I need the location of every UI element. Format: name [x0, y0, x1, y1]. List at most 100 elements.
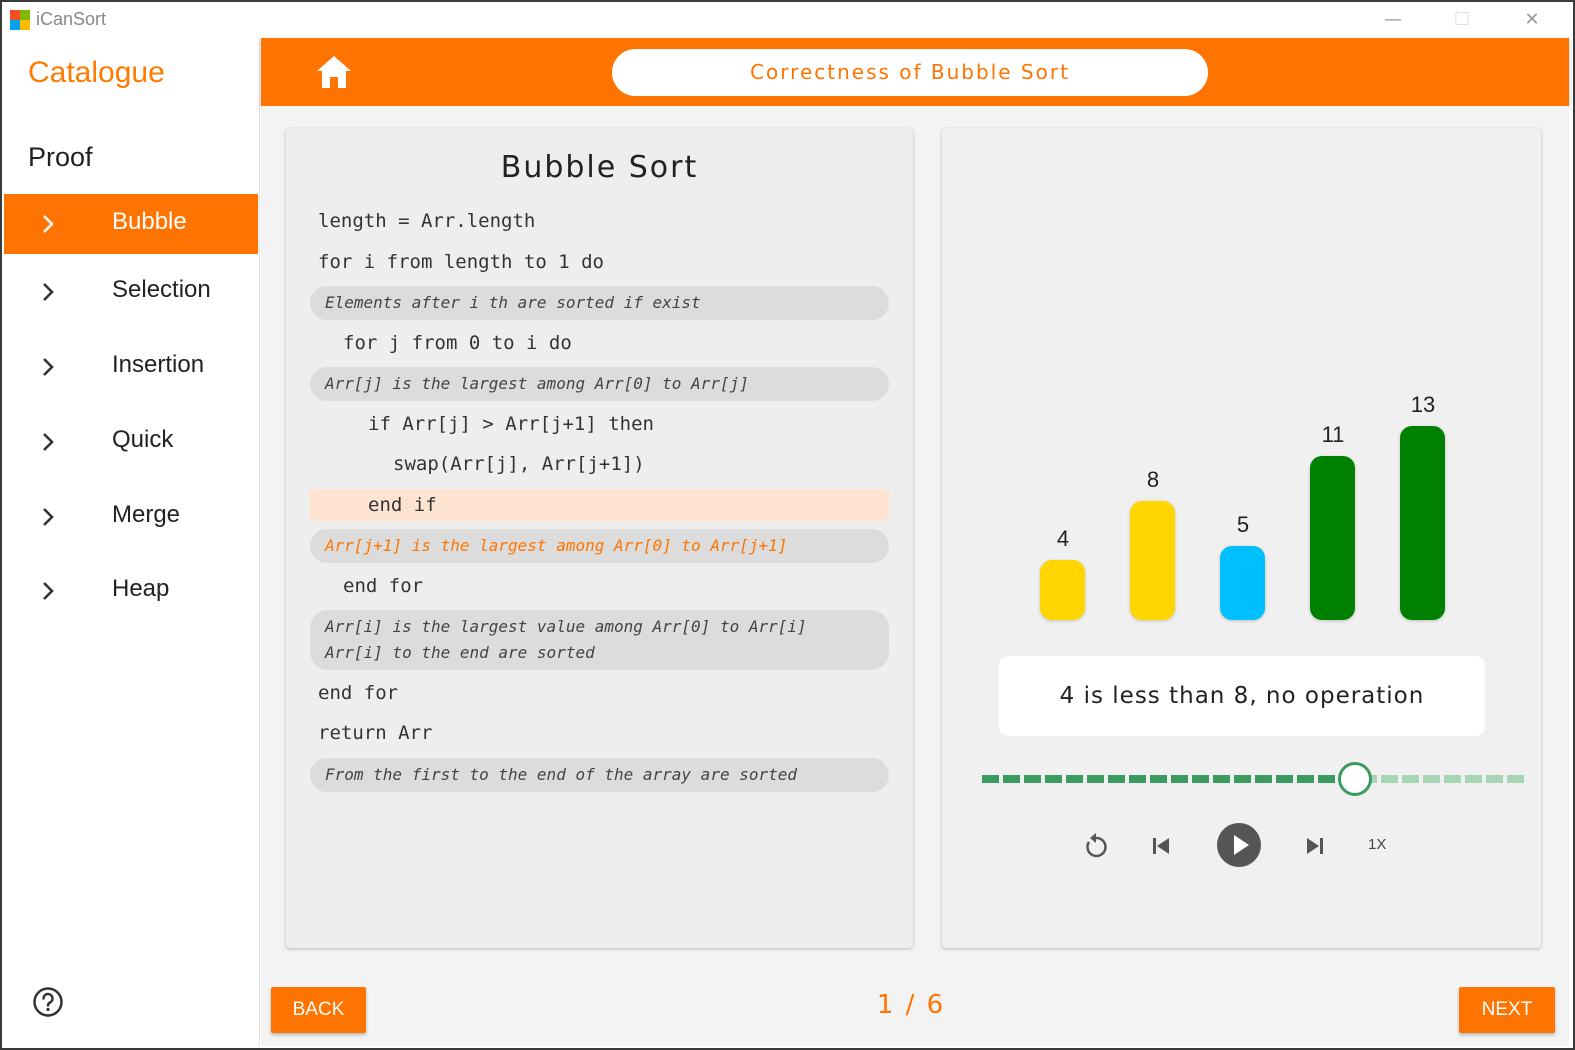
sidebar: Catalogue Proof Bubble Selection Insertion… — [4, 38, 260, 1046]
chevron-right-icon — [43, 508, 54, 526]
code-line: swap(Arr[j], Arr[j+1]) — [286, 447, 913, 481]
slider-segment — [1297, 775, 1314, 783]
close-button[interactable]: ✕ — [1509, 6, 1555, 34]
section-title: Proof — [28, 142, 93, 172]
next-button[interactable]: NEXT — [1459, 987, 1555, 1033]
footer-bar: BACK 1 / 6 NEXT — [261, 972, 1569, 1046]
code-line: if Arr[j] > Arr[j+1] then — [286, 407, 913, 441]
minimize-button[interactable]: — — [1370, 6, 1416, 34]
home-icon[interactable] — [315, 54, 353, 90]
code-line: for i from length to 1 do — [286, 245, 913, 279]
code-line: for j from 0 to i do — [286, 326, 913, 360]
slider-segment — [1318, 775, 1335, 783]
slider-segment — [982, 775, 999, 783]
slider-segment — [1003, 775, 1020, 783]
step-message: 4 is less than 8, no operation — [999, 656, 1485, 736]
page-title: Correctness of Bubble Sort — [612, 49, 1208, 96]
slider-thumb[interactable] — [1337, 762, 1372, 796]
sidebar-item-quick[interactable]: Quick — [4, 412, 258, 472]
sidebar-item-label: Merge — [112, 501, 181, 528]
speed-button[interactable]: 1X — [1368, 836, 1386, 853]
progress-slider[interactable] — [982, 762, 1524, 796]
slider-segment — [1045, 775, 1062, 783]
slider-segment — [1150, 775, 1167, 783]
bar — [1040, 560, 1085, 620]
code-comment: Arr[j] is the largest among Arr[0] to Ar… — [310, 367, 889, 401]
code-line-text: return Arr — [318, 722, 433, 744]
code-comment: Elements after i th are sorted if exist — [310, 286, 889, 320]
code-line: end for — [286, 676, 913, 710]
slider-segment — [1381, 775, 1398, 783]
bar-value-label: 4 — [1056, 526, 1070, 552]
slider-segment — [1486, 775, 1503, 783]
code-comment: From the first to the end of the array a… — [310, 758, 889, 792]
code-line: return Arr — [286, 716, 913, 750]
bar-value-label: 5 — [1236, 511, 1250, 537]
sidebar-item-merge[interactable]: Merge — [4, 487, 258, 547]
pseudocode-panel: Bubble Sort length = Arr.length for i fro… — [286, 128, 913, 948]
replay-icon[interactable] — [1082, 831, 1110, 861]
code-line-text: if Arr[j] > Arr[j+1] then — [368, 413, 654, 435]
bar — [1220, 545, 1265, 620]
bar — [1130, 500, 1175, 620]
sidebar-item-selection[interactable]: Selection — [4, 262, 258, 322]
sidebar-item-insertion[interactable]: Insertion — [4, 337, 258, 397]
title-bar: iCanSort — ☐ ✕ — [2, 2, 1573, 38]
visualization-panel: 4 8 5 11 13 4 is less than 8, no operation 1… — [942, 128, 1541, 948]
play-button[interactable] — [1216, 822, 1262, 868]
bar — [1310, 456, 1355, 620]
sidebar-item-label: Selection — [112, 276, 211, 303]
slider-segment — [1234, 775, 1251, 783]
slider-segment — [1108, 775, 1125, 783]
slider-segment — [1276, 775, 1293, 783]
app-window: iCanSort — ☐ ✕ Catalogue Proof Bubble Sel… — [0, 0, 1575, 1050]
bar-value-label: 8 — [1146, 466, 1160, 492]
back-button[interactable]: BACK — [271, 987, 366, 1033]
slider-segment — [1066, 775, 1083, 783]
chevron-right-icon — [43, 283, 54, 301]
slider-segment — [1255, 775, 1272, 783]
slider-segment — [1192, 775, 1209, 783]
slider-segment — [1129, 775, 1146, 783]
window-title: iCanSort — [36, 9, 107, 29]
code-comment: Arr[i] is the largest value among Arr[0]… — [310, 610, 889, 670]
slider-segment — [1213, 775, 1230, 783]
sidebar-item-bubble[interactable]: Bubble — [4, 194, 258, 254]
code-line-text: length = Arr.length — [318, 210, 536, 232]
app-logo-icon — [10, 10, 30, 30]
code-line: end for — [286, 569, 913, 603]
catalogue-title: Catalogue — [28, 56, 165, 89]
sidebar-item-heap[interactable]: Heap — [4, 561, 258, 621]
code-line-text: end for — [343, 575, 424, 597]
slider-segment — [1465, 775, 1482, 783]
chevron-right-icon — [43, 433, 54, 451]
chevron-right-icon — [43, 215, 54, 233]
bar-value-label: 13 — [1410, 392, 1436, 418]
sidebar-item-label: Insertion — [112, 351, 205, 378]
maximize-button[interactable]: ☐ — [1439, 6, 1485, 34]
slider-segment — [1402, 775, 1419, 783]
header-bar: Correctness of Bubble Sort — [261, 38, 1569, 106]
code-comment: Arr[j+1] is the largest among Arr[0] to … — [310, 529, 889, 563]
slider-segment — [1024, 775, 1041, 783]
step-back-icon[interactable] — [1150, 834, 1172, 858]
code-line-text: end for — [318, 682, 399, 704]
chevron-right-icon — [43, 582, 54, 600]
bar-value-label: 11 — [1321, 422, 1345, 448]
step-forward-icon[interactable] — [1304, 834, 1326, 858]
code-line-text: end if — [368, 494, 437, 516]
slider-segment — [1171, 775, 1188, 783]
code-line-text: swap(Arr[j], Arr[j+1]) — [393, 453, 645, 475]
slider-segment — [1507, 775, 1524, 783]
code-title: Bubble Sort — [500, 150, 699, 185]
code-line-text: for j from 0 to i do — [343, 332, 572, 354]
code-line: length = Arr.length — [286, 204, 913, 238]
sidebar-item-label: Heap — [112, 575, 170, 602]
chevron-right-icon — [43, 358, 54, 376]
sidebar-item-label: Quick — [112, 426, 174, 453]
code-line: end if — [286, 488, 913, 522]
help-icon[interactable] — [32, 986, 64, 1018]
sidebar-item-label: Bubble — [112, 208, 187, 235]
code-line-text: for i from length to 1 do — [318, 251, 604, 273]
slider-segment — [1423, 775, 1440, 783]
